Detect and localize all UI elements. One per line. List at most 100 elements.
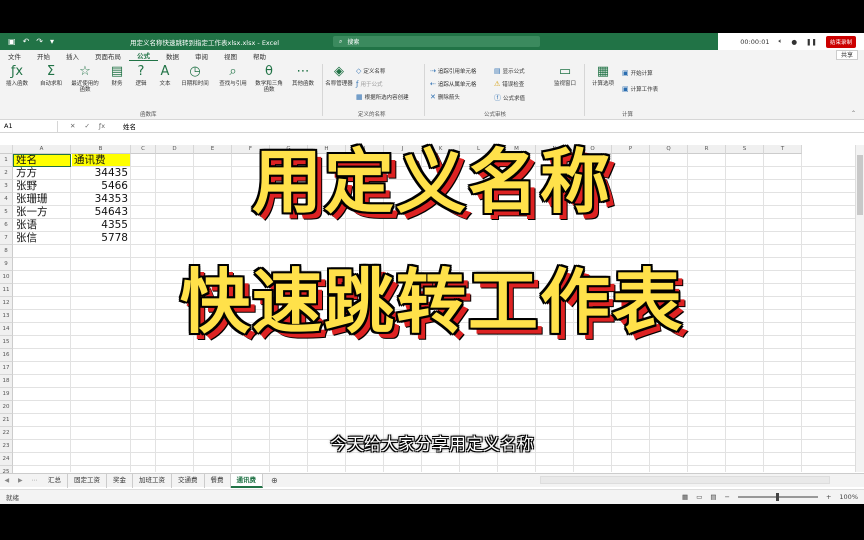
row-header-8[interactable]: 8	[0, 245, 13, 258]
tab-review[interactable]: 审阅	[187, 51, 216, 61]
row-header-16[interactable]: 16	[0, 349, 13, 362]
watch-window-button[interactable]: ▭ 监视窗口	[550, 63, 580, 87]
overlay-title-line2: 快速跳转工作表	[180, 261, 684, 343]
grid-line	[13, 387, 855, 388]
horizontal-scrollbar[interactable]	[540, 476, 830, 484]
trace-precedents-button[interactable]: ⇢ 追踪引用单元格	[430, 67, 476, 75]
show-formulas-icon: ▤	[494, 67, 501, 75]
status-bar: 就绪 ▦ ▭ ▤ − + 100%	[0, 489, 864, 504]
grid-icon: ▦	[356, 93, 363, 101]
group-label-defined-names: 定义的名称	[358, 112, 386, 118]
name-manager-button[interactable]: ◈ 名称管理器	[324, 63, 354, 87]
row-header-17[interactable]: 17	[0, 362, 13, 375]
pause-icon[interactable]: ❚❚	[806, 38, 817, 46]
add-sheet-icon[interactable]: ⊕	[263, 476, 286, 485]
grid-line	[13, 465, 855, 466]
zoom-slider-knob[interactable]	[775, 493, 779, 501]
enter-icon[interactable]: ✓	[84, 122, 89, 130]
define-name-button[interactable]: ◇ 定义名称	[356, 67, 385, 75]
prev-sheet-icon[interactable]: ◀	[4, 477, 9, 484]
zoom-out-icon[interactable]: −	[725, 493, 730, 501]
save-icon[interactable]: ▣	[8, 37, 16, 46]
zoom-level[interactable]: 100%	[839, 493, 858, 501]
mic-icon[interactable]: ●	[791, 38, 797, 46]
record-timer: 00:00:01	[740, 37, 770, 46]
trace-arrow-icon: ⇢	[430, 67, 436, 75]
search-box[interactable]: ⌕ 搜索	[333, 36, 540, 47]
math-trig-button[interactable]: θ 数学和三角函数	[254, 63, 284, 94]
tab-insert[interactable]: 插入	[58, 51, 87, 61]
share-button[interactable]: 共享	[835, 50, 858, 60]
error-checking-button[interactable]: ⚠ 错误检查	[494, 80, 524, 88]
tab-view[interactable]: 视图	[216, 51, 245, 61]
use-in-formula-button[interactable]: ƒ 用于公式	[356, 80, 382, 88]
zoom-in-icon[interactable]: +	[826, 493, 831, 501]
create-from-selection-button[interactable]: ▦ 根据所选内容创建	[356, 93, 409, 101]
formula-input[interactable]: 姓名	[117, 121, 136, 131]
redo-icon[interactable]: ↷	[36, 37, 43, 46]
recent-functions-button[interactable]: ☆ 最近使用的函数	[70, 63, 100, 94]
autosum-button[interactable]: Σ 自动求和	[36, 63, 66, 87]
video-subtitle: 今天给大家分享用定义名称	[330, 435, 534, 455]
date-time-button[interactable]: ◷ 日期和时间	[180, 63, 210, 87]
sheet-tab[interactable]: 交通费	[172, 473, 205, 488]
group-label-function-library: 函数库	[140, 112, 157, 118]
row-header-20[interactable]: 20	[0, 401, 13, 414]
stop-recording-button[interactable]: 结束录制	[825, 35, 856, 48]
formula-bar: A1 ✕ ✓ ƒx 姓名	[0, 120, 864, 133]
row-header-21[interactable]: 21	[0, 414, 13, 427]
show-formulas-button[interactable]: ▤ 显示公式	[494, 67, 525, 75]
cancel-icon[interactable]: ✕	[70, 122, 75, 130]
remove-arrow-icon: ✕	[430, 93, 436, 101]
sheet-tab[interactable]: 餐费	[205, 473, 231, 488]
name-box[interactable]: A1	[0, 120, 58, 132]
sheet-tab[interactable]: 汇总	[42, 473, 68, 488]
calculate-now-button[interactable]: ▣ 开始计算	[622, 69, 653, 77]
insert-function-button[interactable]: ƒx 插入函数	[2, 63, 32, 87]
more-icon: ⋯	[296, 64, 310, 79]
customize-toolbar-icon[interactable]: ▾	[50, 37, 54, 46]
name-cell[interactable]: 张信	[14, 232, 70, 244]
grid-line	[13, 400, 855, 401]
fx-icon: ƒx	[10, 64, 24, 79]
calculate-sheet-button[interactable]: ▣ 计算工作表	[622, 85, 658, 93]
next-sheet-icon[interactable]: ▶	[18, 477, 23, 484]
speaker-icon[interactable]: 🔈︎	[779, 37, 783, 46]
tab-file[interactable]: 文件	[0, 51, 29, 61]
page-layout-view-icon[interactable]: ▭	[696, 493, 702, 501]
evaluate-formula-button[interactable]: ⓕ 公式求值	[494, 93, 525, 103]
zoom-slider[interactable]	[737, 493, 818, 501]
clock-icon: ◷	[189, 64, 201, 79]
remove-arrows-button[interactable]: ✕ 删除箭头	[430, 93, 460, 101]
window-title: 用定义名称快速跳转到指定工作表xlsx.xlsx - Excel	[130, 39, 280, 47]
tab-page-layout[interactable]: 页面布局	[87, 51, 129, 61]
undo-icon[interactable]: ↶	[23, 37, 30, 46]
trace-arrow-icon: ⇠	[430, 80, 436, 88]
calculation-options-button[interactable]: ▦ 计算选项	[588, 63, 618, 87]
more-sheets-icon[interactable]: ⋯	[32, 477, 38, 484]
tab-data[interactable]: 数据	[158, 51, 187, 61]
fx-icon[interactable]: ƒx	[99, 122, 105, 130]
collapse-ribbon-icon[interactable]: ⌃	[851, 110, 856, 117]
row-header-7[interactable]: 7	[0, 232, 13, 245]
page-break-view-icon[interactable]: ▤	[710, 493, 716, 501]
define-name-icon: ◇	[356, 67, 362, 75]
amount-cell[interactable]: 5778	[72, 232, 130, 244]
tab-home[interactable]: 开始	[29, 51, 58, 61]
tab-formulas[interactable]: 公式	[129, 50, 158, 61]
sheet-tab[interactable]: 奖金	[107, 473, 133, 488]
lookup-button[interactable]: ⌕ 查找与引用	[218, 63, 248, 87]
text-button[interactable]: A 文本	[150, 63, 180, 87]
row-header-19[interactable]: 19	[0, 388, 13, 401]
sheet-tab-active[interactable]: 通讯费	[230, 473, 263, 488]
recorder-toolbar: 00:00:01 🔈︎ ● ❚❚ 结束录制	[718, 33, 864, 50]
trace-dependents-button[interactable]: ⇠ 追踪从属单元格	[430, 80, 476, 88]
sheet-tab[interactable]: 加班工资	[133, 473, 172, 488]
status-ready: 就绪	[6, 494, 19, 502]
sheet-tab[interactable]: 固定工资	[68, 473, 107, 488]
normal-view-icon[interactable]: ▦	[682, 493, 688, 501]
tab-help[interactable]: 帮助	[245, 51, 274, 61]
ribbon-tabs: 文件 开始 插入 页面布局 公式 数据 审阅 视图 帮助 共享	[0, 50, 864, 61]
more-functions-button[interactable]: ⋯ 其他函数	[288, 63, 318, 87]
row-header-18[interactable]: 18	[0, 375, 13, 388]
